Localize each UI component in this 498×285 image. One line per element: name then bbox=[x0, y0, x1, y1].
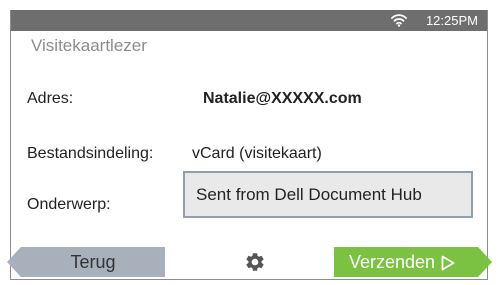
back-button-label: Terug bbox=[70, 252, 116, 272]
status-time: 12:25PM bbox=[425, 13, 478, 28]
send-button[interactable]: Verzenden bbox=[334, 247, 492, 277]
status-bar: 12:25PM bbox=[11, 10, 487, 31]
play-icon bbox=[441, 255, 455, 271]
back-button[interactable]: Terug bbox=[7, 247, 165, 277]
subject-input[interactable]: Sent from Dell Document Hub bbox=[183, 171, 473, 218]
send-button-label: Verzenden bbox=[349, 252, 436, 272]
subject-label: Onderwerp: bbox=[27, 196, 111, 213]
gear-icon[interactable] bbox=[244, 251, 266, 273]
address-label: Adres: bbox=[27, 90, 74, 107]
file-format-value[interactable]: vCard (visitekaart) bbox=[192, 145, 322, 163]
file-format-label: Bestandsindeling: bbox=[27, 145, 154, 162]
address-value[interactable]: Natalie@XXXXX.com bbox=[203, 90, 362, 108]
app-title: Visitekaartlezer bbox=[31, 36, 147, 55]
wifi-icon bbox=[391, 14, 407, 27]
